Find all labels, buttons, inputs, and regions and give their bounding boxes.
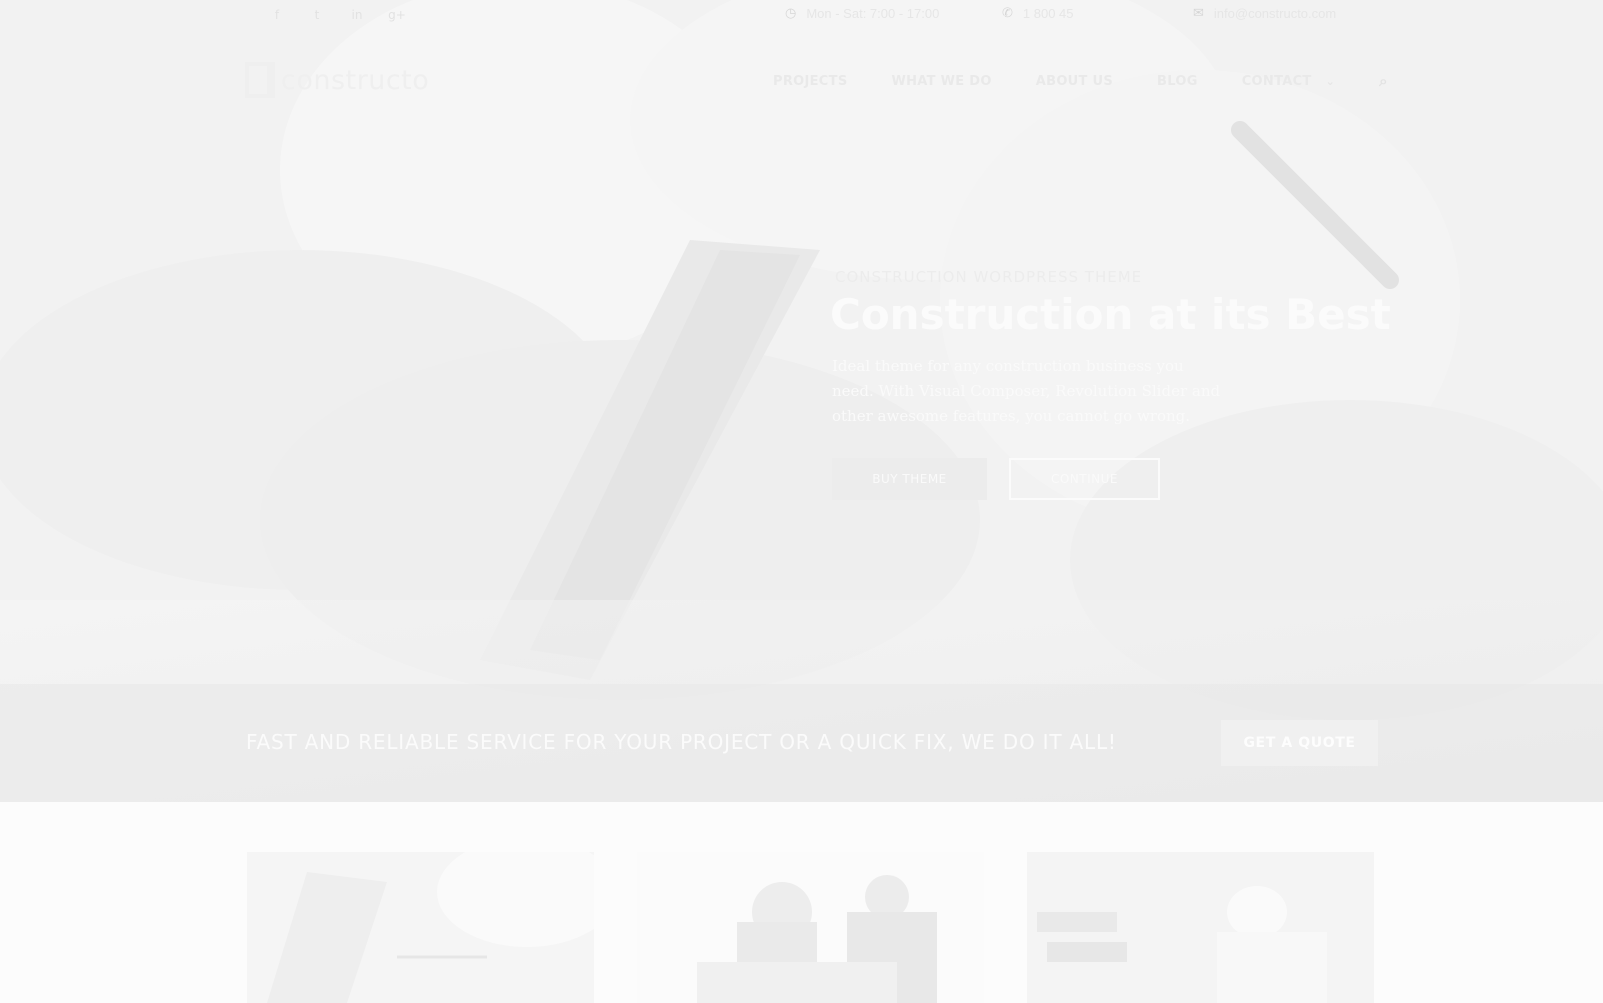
phone-info: ✆ 1 800 45 [1002,6,1074,21]
cta-text: FAST AND RELIABLE SERVICE FOR YOUR PROJE… [246,730,1117,754]
nav-item-about-us[interactable]: ABOUT US [1036,74,1113,89]
clock-icon: ◷ [785,6,797,21]
envelope-icon: ✉ [1193,6,1204,21]
nav-item-blog[interactable]: BLOG [1157,74,1198,89]
service-card-image-3[interactable] [1027,852,1374,1003]
hero-image [0,0,1603,802]
nav-item-projects[interactable]: PROJECTS [773,74,847,89]
hours-text: Mon - Sat: 7:00 - 17:00 [806,6,940,21]
phone-icon: ✆ [1002,6,1013,21]
get-a-quote-button[interactable]: GET A QUOTE [1221,720,1378,766]
service-card-image-2[interactable] [637,852,984,1003]
linkedin-icon[interactable]: in [348,6,366,24]
email-info: ✉ info@constructo.com [1193,6,1336,21]
nav-item-what-we-do[interactable]: WHAT WE DO [891,74,991,89]
twitter-icon[interactable]: t [308,6,326,24]
phone-text[interactable]: 1 800 45 [1023,6,1074,21]
hero-background [0,0,1603,802]
social-links: f t in g+ [268,6,406,24]
opening-hours: ◷ Mon - Sat: 7:00 - 17:00 [785,6,939,21]
facebook-icon[interactable]: f [268,6,286,24]
hero-pretitle: CONSTRUCTION WORDPRESS THEME [835,268,1143,286]
email-text[interactable]: info@constructo.com [1214,6,1336,21]
service-card-image-1[interactable] [247,852,594,1003]
continue-button[interactable]: CONTINUE [1009,458,1160,500]
googleplus-icon[interactable]: g+ [388,6,406,24]
hero-title: Construction at its Best [830,290,1391,339]
main-nav: PROJECTS WHAT WE DO ABOUT US BLOG CONTAC… [773,72,1388,90]
chevron-down-icon[interactable]: ⌄ [1326,75,1336,88]
top-bar: f t in g+ ◷ Mon - Sat: 7:00 - 17:00 ✆ 1 … [0,0,1603,30]
buy-theme-button[interactable]: BUY THEME [832,458,987,500]
nav-item-contact[interactable]: CONTACT [1242,74,1312,89]
logo-text: constructo [281,64,430,96]
hero-description: Ideal theme for any construction busines… [832,357,1221,425]
logo[interactable]: constructo [245,62,429,98]
search-icon[interactable]: ⌕ [1379,72,1388,90]
logo-mark-icon [245,62,275,98]
